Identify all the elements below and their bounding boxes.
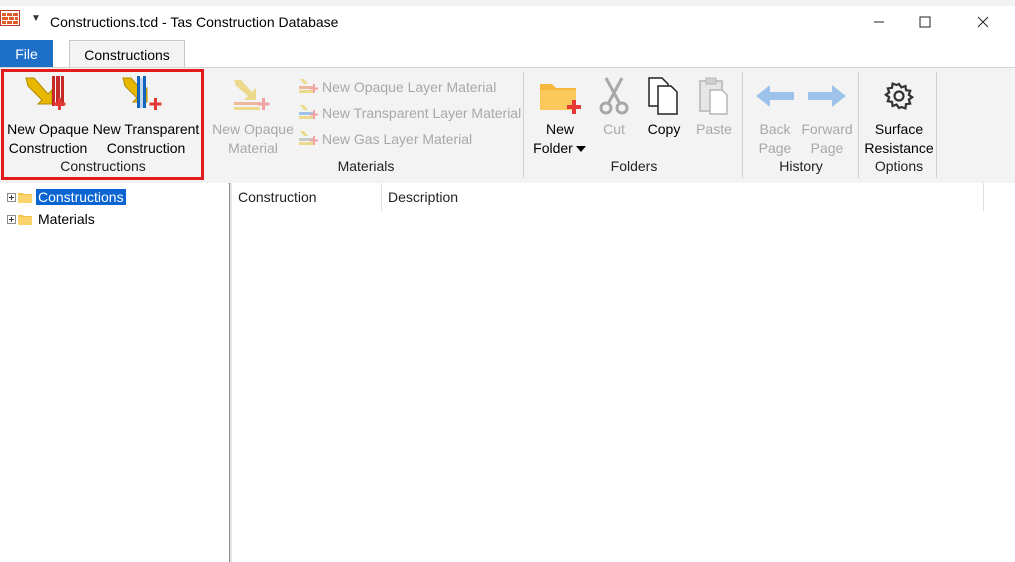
expand-icon[interactable] (7, 192, 16, 202)
column-header-description[interactable]: Description (382, 183, 984, 211)
new-folder-label-2: Folder (533, 140, 573, 156)
tree-item-label: Materials (38, 211, 95, 227)
options-group-label: Options (874, 158, 924, 174)
copy-button[interactable]: Copy (640, 120, 688, 139)
opaque-layer-icon (299, 79, 318, 93)
expand-icon[interactable] (7, 214, 16, 224)
new-opaque-layer-material-label: New Opaque Layer Material (322, 79, 497, 95)
new-folder-icon (538, 76, 582, 116)
group-separator (858, 72, 859, 178)
new-folder-label-1: New (545, 121, 574, 137)
cut-button[interactable]: Cut (594, 120, 634, 139)
highlight-box (1, 69, 204, 180)
back-page-button[interactable]: Back Page (748, 120, 802, 158)
tree-item-materials[interactable]: Materials (0, 208, 228, 230)
paste-button[interactable]: Paste (690, 120, 738, 139)
new-folder-button[interactable]: New Folder (530, 120, 590, 158)
column-header-construction[interactable]: Construction (232, 183, 382, 211)
new-gas-layer-material-label: New Gas Layer Material (322, 131, 473, 147)
list-view[interactable]: Construction Description (232, 183, 1015, 562)
transparent-layer-icon (299, 105, 318, 119)
group-separator (742, 72, 743, 178)
app-icon[interactable] (0, 10, 20, 26)
tab-file[interactable]: File (0, 40, 53, 67)
forward-arrow-icon (806, 82, 848, 110)
new-transparent-layer-material-label: New Transparent Layer Material (322, 105, 522, 121)
minimize-button[interactable] (856, 6, 902, 38)
new-opaque-material-label-1: New Opaque (212, 121, 294, 137)
tab-constructions[interactable]: Constructions (69, 40, 185, 68)
quick-access-dropdown-icon[interactable]: ▼ (31, 13, 41, 24)
paste-icon (696, 76, 732, 116)
tree-item-label: Constructions (36, 189, 126, 205)
gear-icon (883, 80, 915, 112)
surface-resistance-label-1: Surface (874, 121, 924, 137)
group-separator (936, 72, 937, 178)
window-title: Constructions.tcd - Tas Construction Dat… (50, 14, 339, 30)
tree-panel[interactable]: Constructions Materials (0, 183, 228, 562)
close-icon (977, 16, 989, 28)
cut-icon (596, 76, 632, 116)
new-opaque-material-icon (230, 76, 276, 116)
back-page-label-1: Back (759, 121, 791, 137)
surface-resistance-button[interactable]: Surface Resistance (862, 120, 936, 158)
new-opaque-material-label-2: Material (228, 140, 278, 156)
folders-group-label: Folders (610, 158, 658, 174)
copy-icon (646, 76, 682, 116)
group-separator (523, 72, 524, 178)
history-group-label: History (779, 158, 823, 174)
forward-page-label-1: Forward (801, 121, 853, 137)
materials-group-label: Materials (337, 158, 395, 174)
surface-resistance-label-2: Resistance (864, 140, 934, 156)
maximize-button[interactable] (902, 6, 948, 38)
back-arrow-icon (754, 82, 796, 110)
folder-icon (18, 193, 32, 203)
dropdown-arrow-icon (575, 145, 586, 152)
forward-page-label-2: Page (810, 140, 844, 156)
minimize-icon (874, 21, 884, 23)
tree-item-constructions[interactable]: Constructions (0, 186, 228, 208)
folder-icon (18, 215, 32, 225)
forward-page-button[interactable]: Forward Page (798, 120, 856, 158)
new-opaque-material-button[interactable]: New Opaque Material (208, 120, 298, 158)
gas-layer-icon (299, 131, 318, 145)
close-button[interactable] (960, 6, 1006, 38)
back-page-label-2: Page (758, 140, 792, 156)
maximize-icon (919, 16, 931, 28)
